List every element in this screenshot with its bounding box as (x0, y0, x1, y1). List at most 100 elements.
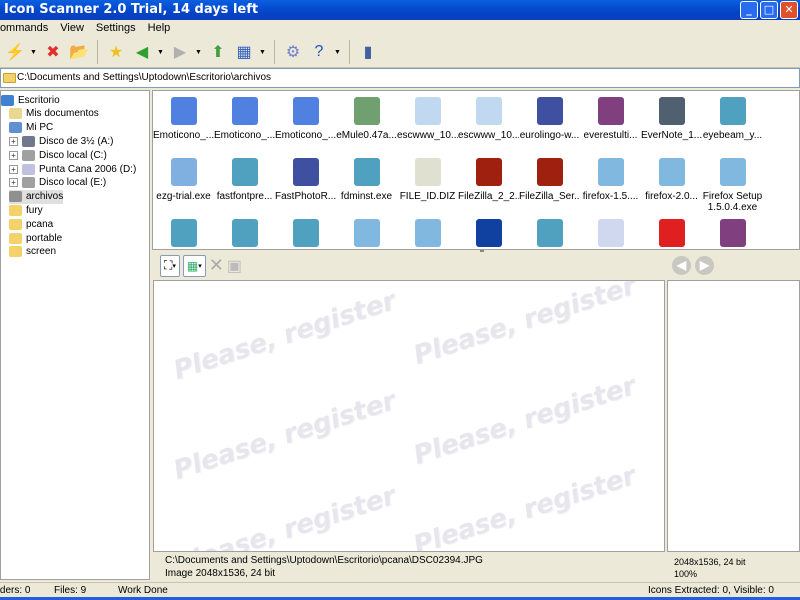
stop-button[interactable]: ✖ (42, 41, 64, 63)
maximize-button[interactable]: □ (760, 1, 778, 19)
chevron-down-icon[interactable]: ▼ (157, 49, 165, 56)
file-item[interactable] (519, 219, 580, 249)
tree-item[interactable]: + Disco local (C:) (9, 148, 107, 162)
tree-item[interactable]: portable (9, 231, 62, 245)
folder-icon (3, 73, 16, 83)
preview-back-button[interactable]: ◀ (672, 256, 691, 275)
expand-icon[interactable]: + (9, 164, 18, 174)
file-item[interactable] (702, 219, 763, 249)
menu-view[interactable]: View (60, 22, 84, 37)
file-item[interactable]: fdminst.exe (336, 158, 397, 202)
file-item[interactable] (397, 219, 458, 249)
tree-item[interactable]: Mis documentos (9, 107, 99, 121)
forward-button[interactable]: ▶ (169, 41, 191, 63)
tree-item[interactable]: Mi PC (9, 121, 53, 135)
favorites-button[interactable]: ★ (105, 41, 127, 63)
expand-icon[interactable]: + (9, 150, 18, 160)
file-label: escwww_10... (458, 130, 519, 141)
icon-file-list[interactable]: Emoticono_... Emoticono_... Emoticono_... e… (152, 90, 800, 250)
open-folder-button[interactable]: 📂 (68, 41, 90, 63)
file-item[interactable]: Firefox Setup 1.5.0.4.exe (702, 158, 763, 213)
file-item[interactable] (336, 219, 397, 249)
file-icon (658, 97, 685, 125)
folder-icon (9, 204, 22, 216)
back-button[interactable]: ◀ (131, 41, 153, 63)
file-item[interactable]: eMule0.47a... (336, 97, 397, 141)
folder-icon (9, 218, 22, 230)
folder-tree[interactable]: Escritorio Mis documentos Mi PC + Disco de 3… (0, 90, 150, 580)
file-item[interactable]: FILE_ID.DIZ (397, 158, 458, 202)
file-item[interactable]: FileZilla_Ser... (519, 158, 580, 202)
file-item[interactable]: everestulti... (580, 97, 641, 141)
up-folder-button[interactable]: ⬆ (207, 41, 229, 63)
file-item[interactable]: Emoticono_... (275, 97, 336, 141)
exit-button[interactable]: ▮ (357, 41, 379, 63)
file-icon (475, 158, 502, 186)
chevron-down-icon[interactable]: ▼ (195, 49, 203, 56)
file-item[interactable] (580, 219, 641, 249)
preview-forward-button[interactable]: ▶ (695, 256, 714, 275)
file-icon (536, 158, 563, 186)
file-label: Emoticono_... (153, 130, 214, 141)
file-item[interactable]: Emoticono_... (214, 97, 275, 141)
folder-icon (22, 163, 35, 175)
file-icon (658, 158, 685, 186)
fit-button[interactable]: ⛶ ▾ (160, 254, 180, 277)
file-item[interactable]: eyebeam_y... (702, 97, 763, 141)
preview-pane: Please, register Please, register Please, … (153, 280, 665, 552)
file-item[interactable]: FileZilla_2_2... (458, 158, 519, 202)
tree-item[interactable]: archivos (9, 189, 64, 204)
expand-icon[interactable]: + (9, 136, 18, 146)
menu-commands[interactable]: Commands (0, 22, 48, 37)
file-item[interactable]: eurolingo-w... (519, 97, 580, 141)
file-icon (536, 97, 563, 125)
file-item[interactable] (641, 219, 702, 249)
file-item[interactable]: ezg-trial.exe (153, 158, 214, 202)
background-button[interactable]: ▦ ▾ (182, 254, 206, 277)
help-button[interactable]: ? (308, 41, 330, 63)
file-item[interactable] (275, 219, 336, 249)
tree-item[interactable]: + Punta Cana 2006 (D:) (9, 162, 136, 176)
folder-icon (9, 246, 22, 258)
delete-icon[interactable]: ✕ (209, 255, 224, 276)
close-button[interactable]: ✕ (780, 1, 798, 19)
settings-button[interactable]: ⚙ (282, 41, 304, 63)
tree-item[interactable]: Escritorio (1, 93, 60, 107)
file-item[interactable]: firefox-1.5.... (580, 158, 641, 202)
toolbar-separator (97, 40, 98, 64)
file-item[interactable] (214, 219, 275, 249)
tree-item[interactable]: pcana (9, 217, 53, 231)
file-item[interactable]: escwww_10... (458, 97, 519, 141)
view-mode-button[interactable]: ▦ (233, 41, 255, 63)
menu-settings[interactable]: Settings (96, 22, 136, 37)
image-dimensions: Image 2048x1536, 24 bit (165, 568, 276, 579)
file-item[interactable]: fastfontpre... (214, 158, 275, 202)
file-item[interactable]: escwww_10... (397, 97, 458, 141)
file-label: FILE_ID.DIZ (399, 191, 456, 202)
file-label: eyebeam_y... (702, 130, 763, 141)
save-icon[interactable]: ▣ (227, 256, 242, 276)
minimize-button[interactable]: _ (740, 1, 758, 19)
chevron-down-icon[interactable]: ▼ (334, 49, 342, 56)
menu-help[interactable]: Help (148, 22, 171, 37)
tree-item[interactable]: + Disco de 3½ (A:) (9, 134, 113, 148)
tree-item[interactable]: fury (9, 203, 43, 217)
file-label: fastfontpre... (216, 191, 273, 202)
stop-icon: ✖ (46, 44, 60, 61)
address-bar[interactable]: C:\Documents and Settings\Uptodown\Escri… (0, 68, 800, 88)
tree-item[interactable]: screen (9, 245, 56, 259)
file-item[interactable]: firefox-2.0... (641, 158, 702, 202)
file-icon (414, 219, 441, 247)
tree-item-label: fury (26, 204, 43, 216)
chevron-down-icon[interactable]: ▼ (30, 49, 38, 56)
file-item[interactable]: FastPhotoR... (275, 158, 336, 202)
expand-icon[interactable]: + (9, 178, 18, 188)
file-item[interactable]: Emoticono_... (153, 97, 214, 141)
scan-button[interactable]: ⚡ (4, 41, 26, 63)
file-item[interactable]: EverNote_1... (641, 97, 702, 141)
file-item[interactable] (458, 219, 519, 249)
chevron-down-icon[interactable]: ▼ (259, 49, 267, 56)
file-item[interactable] (153, 219, 214, 249)
tree-item[interactable]: + Disco local (E:) (9, 176, 106, 190)
file-icon (719, 158, 746, 186)
